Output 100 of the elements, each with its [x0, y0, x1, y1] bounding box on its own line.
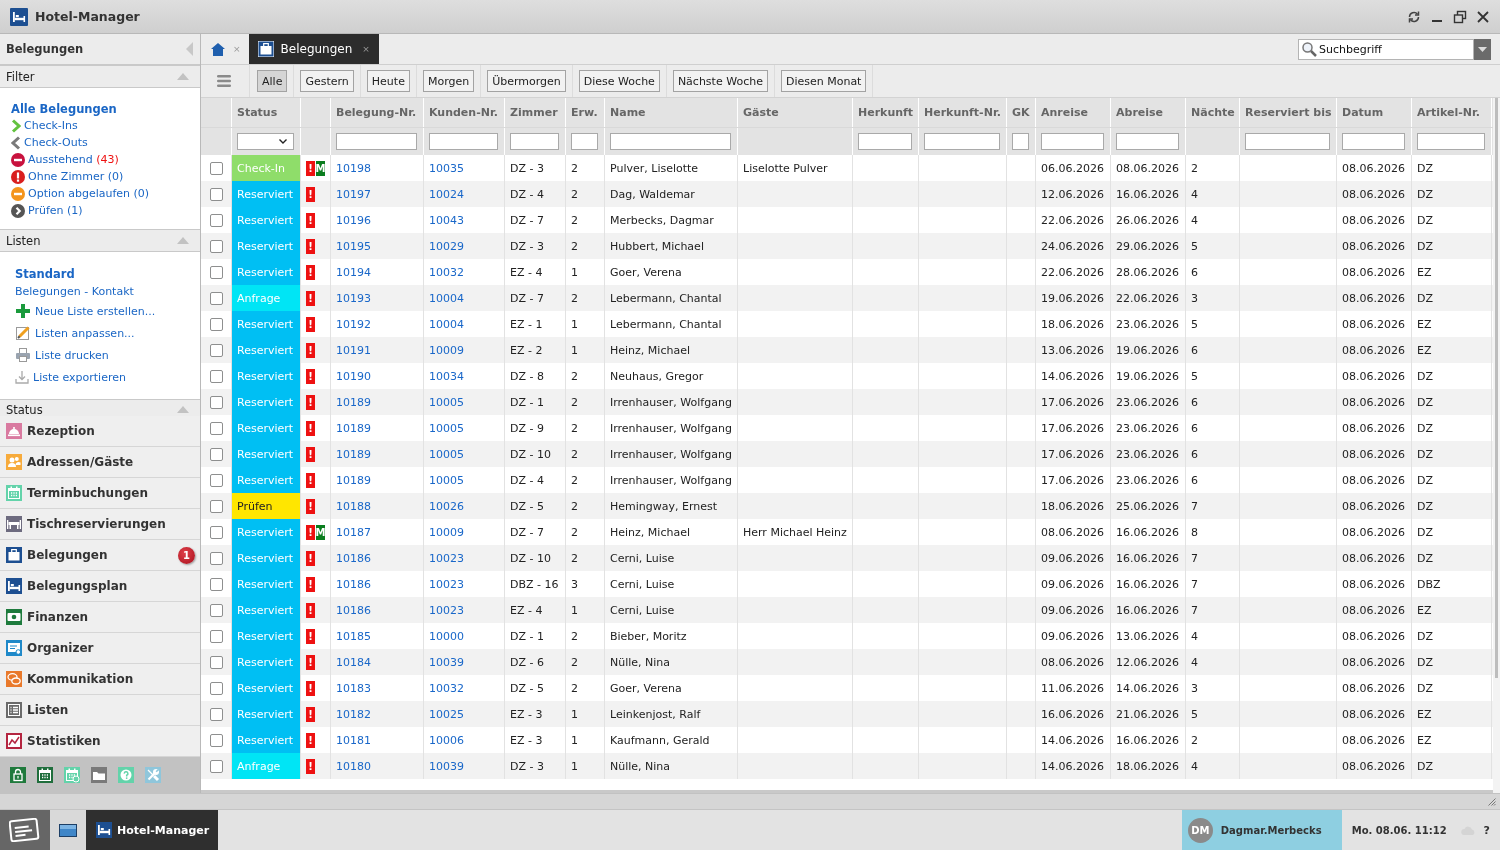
wrench-screwdriver-icon[interactable]	[145, 767, 161, 783]
period-button[interactable]: Gestern	[300, 70, 354, 92]
checkbox[interactable]	[209, 395, 223, 409]
table-link[interactable]: 10026	[429, 499, 464, 513]
checkbox[interactable]	[209, 473, 223, 487]
user-avatar[interactable]: DM	[1187, 817, 1213, 843]
table-link[interactable]: 10195	[336, 239, 371, 253]
calendar-icon[interactable]	[37, 767, 53, 783]
table-link[interactable]: 10039	[429, 759, 464, 773]
filter-link[interactable]: Check-Outs	[11, 134, 88, 151]
search-field[interactable]: Suchbegriff	[1298, 38, 1474, 60]
checkbox[interactable]	[209, 655, 223, 669]
checkbox[interactable]	[209, 265, 223, 279]
table-link[interactable]: 10039	[429, 655, 464, 669]
checkbox[interactable]	[209, 343, 223, 357]
help-button[interactable]: ?	[1483, 810, 1490, 850]
table-link[interactable]: 10029	[429, 239, 464, 253]
padlock-icon[interactable]	[10, 767, 26, 783]
column-header[interactable]: Herkunft	[853, 98, 919, 127]
filter-field[interactable]	[336, 133, 417, 150]
column-header[interactable]: Status	[232, 98, 301, 127]
column-header[interactable]: Reserviert bis	[1240, 98, 1337, 127]
checkbox[interactable]	[209, 681, 223, 695]
checkbox[interactable]	[209, 759, 223, 773]
column-header[interactable]: Belegung-Nr.	[331, 98, 424, 127]
table-link[interactable]: 10025	[429, 707, 464, 721]
table-link[interactable]: 10180	[336, 759, 371, 773]
calendar-clock-icon[interactable]	[64, 767, 80, 783]
table-link[interactable]: 10184	[336, 655, 371, 669]
checkbox[interactable]	[209, 187, 223, 201]
filter-field[interactable]	[1245, 133, 1330, 150]
table-link[interactable]: 10009	[429, 343, 464, 357]
table-link[interactable]: 10182	[336, 707, 371, 721]
action-link[interactable]: Liste drucken	[15, 344, 109, 366]
dropdown-button[interactable]	[1474, 38, 1491, 60]
checkbox[interactable]	[209, 421, 223, 435]
period-button[interactable]: Diese Woche	[578, 70, 660, 92]
tab[interactable]: Belegungen ×	[248, 34, 379, 64]
table-link[interactable]: 10197	[336, 187, 371, 201]
filter-field[interactable]	[1417, 133, 1485, 150]
table-link[interactable]: 10032	[429, 265, 464, 279]
column-header[interactable]: Kunden-Nr.	[424, 98, 505, 127]
filter-field[interactable]	[924, 133, 1000, 150]
checkbox[interactable]	[209, 317, 223, 331]
table-link[interactable]: 10004	[429, 291, 464, 305]
table-link[interactable]: 10186	[336, 577, 371, 591]
table-link[interactable]: 10032	[429, 681, 464, 695]
filter-field[interactable]	[571, 133, 598, 150]
table-link[interactable]: 10189	[336, 421, 371, 435]
checkbox[interactable]	[209, 603, 223, 617]
column-header[interactable]: GK	[1007, 98, 1036, 127]
filter-link[interactable]: Option abgelaufen (0)	[11, 185, 150, 202]
list-link[interactable]: Belegungen - Kontakt	[15, 283, 134, 300]
period-button[interactable]: Nächste Woche	[672, 70, 768, 92]
column-header[interactable]: Artikel-Nr.	[1412, 98, 1492, 127]
table-link[interactable]: 10005	[429, 473, 464, 487]
filter-field[interactable]	[1342, 133, 1405, 150]
column-header[interactable]: Name	[605, 98, 738, 127]
filter-field[interactable]	[858, 133, 912, 150]
period-button[interactable]: Übermorgen	[487, 70, 566, 92]
table-link[interactable]: 10196	[336, 213, 371, 227]
table-link[interactable]: 10186	[336, 603, 371, 617]
table-link[interactable]: 10006	[429, 733, 464, 747]
start-button[interactable]	[0, 810, 50, 850]
column-header[interactable]: Zimmer	[505, 98, 566, 127]
close-button[interactable]: ×	[362, 44, 370, 54]
column-header[interactable]: Nächte	[1186, 98, 1240, 127]
table-link[interactable]: 10023	[429, 551, 464, 565]
help-icon[interactable]	[118, 767, 134, 783]
checkbox[interactable]	[209, 733, 223, 747]
table-link[interactable]: 10192	[336, 317, 371, 331]
checkbox[interactable]	[209, 239, 223, 253]
checkbox[interactable]	[209, 291, 223, 305]
table-link[interactable]: 10198	[336, 161, 371, 175]
filter-link[interactable]: Check-Ins	[11, 117, 78, 134]
column-header[interactable]: Anreise	[1036, 98, 1111, 127]
table-link[interactable]: 10024	[429, 187, 464, 201]
circular-arrows-icon[interactable]	[1407, 9, 1421, 24]
table-link[interactable]: 10193	[336, 291, 371, 305]
show-desktop-button[interactable]	[50, 810, 86, 850]
checkbox[interactable]	[209, 525, 223, 539]
restore-icon[interactable]	[1453, 9, 1467, 24]
table-link[interactable]: 10185	[336, 629, 371, 643]
checkbox[interactable]	[209, 213, 223, 227]
checkbox[interactable]	[209, 447, 223, 461]
period-button[interactable]: Heute	[366, 70, 410, 92]
checkbox[interactable]	[209, 161, 223, 175]
checkbox[interactable]	[209, 499, 223, 513]
action-link[interactable]: Liste exportieren	[15, 366, 126, 388]
table-link[interactable]: 10186	[336, 551, 371, 565]
column-header[interactable]: Gäste	[738, 98, 853, 127]
action-link[interactable]: Listen anpassen...	[15, 322, 135, 344]
filter-field[interactable]	[1041, 133, 1104, 150]
column-header[interactable]: Datum	[1337, 98, 1412, 127]
column-header[interactable]: Abreise	[1111, 98, 1186, 127]
table-link[interactable]: 10187	[336, 525, 371, 539]
table-link[interactable]: 10034	[429, 369, 464, 383]
taskbar-button[interactable]: Hotel-Manager	[86, 810, 218, 850]
column-header[interactable]: Herkunft-Nr.	[919, 98, 1007, 127]
table-link[interactable]: 10181	[336, 733, 371, 747]
